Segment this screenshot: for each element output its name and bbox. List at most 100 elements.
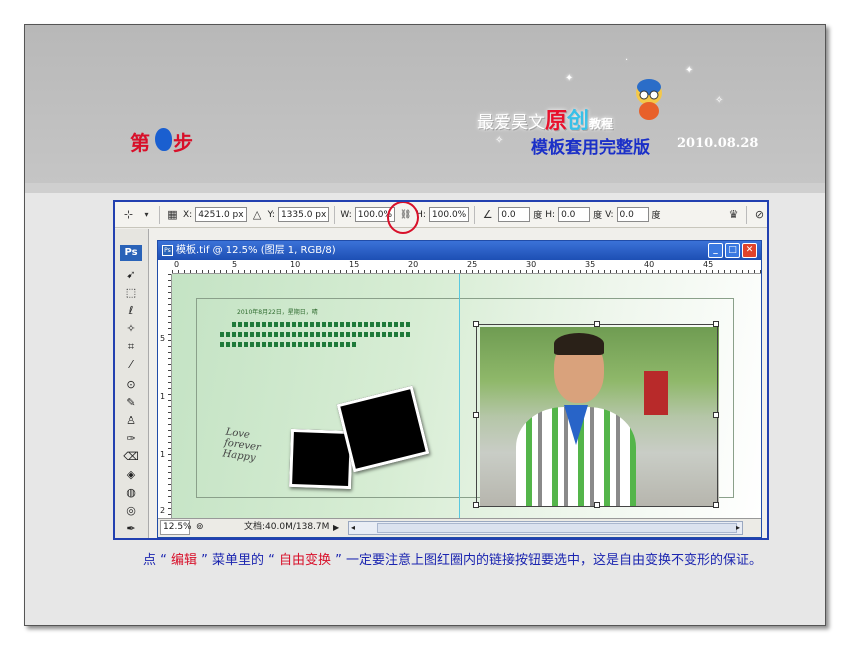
ruler-label: 30 xyxy=(526,260,537,269)
ruler-label: 1 xyxy=(160,392,166,401)
separator xyxy=(474,205,476,224)
move-tool-icon[interactable]: ⊹ xyxy=(121,207,136,222)
ruler-label: 25 xyxy=(467,260,478,269)
template-date-line: 2010年8月22日，星期日，晴 xyxy=(237,309,318,316)
vskew-unit: 度 xyxy=(651,211,661,221)
hskew-unit: 度 xyxy=(593,211,603,221)
reference-point-icon[interactable]: ▦ xyxy=(165,207,180,222)
transform-handle[interactable] xyxy=(473,412,479,418)
maximize-button[interactable]: □ xyxy=(725,243,740,258)
ruler-label: 20 xyxy=(408,260,419,269)
hskew-label: H: xyxy=(545,209,556,220)
tutorial-frame: ✦ ✦ ✧ ✧ · 第步 最爱昊文原创教程 模板套用完整版 2010.08.28… xyxy=(24,24,826,626)
transform-handle[interactable] xyxy=(713,502,719,508)
ruler-label: 10 xyxy=(290,260,301,269)
ruler-label: 0 xyxy=(174,260,180,269)
status-menu-arrow-icon[interactable]: ▶ xyxy=(333,519,339,536)
tutorial-date: 2010.08.28 xyxy=(677,136,759,151)
vskew-field[interactable]: 0.0 xyxy=(616,207,649,222)
y-label: Y: xyxy=(267,209,275,220)
ps-document-icon: Ps xyxy=(162,245,173,256)
ruler-label: 2 xyxy=(160,506,166,515)
ruler-label: 45 xyxy=(703,260,714,269)
document-titlebar[interactable]: Ps 模板.tif @ 12.5% (图层 1, RGB/8) _ □ ✕ xyxy=(158,241,761,260)
delta-icon[interactable]: △ xyxy=(250,207,265,222)
document-title: 模板.tif @ 12.5% (图层 1, RGB/8) xyxy=(176,245,336,256)
crop-tool-icon[interactable]: ⌗ xyxy=(123,339,139,354)
transform-options-bar: ⊹ ▾ ▦ X: 4251.0 px △ Y: 1335.0 px W: 100… xyxy=(115,202,767,234)
lasso-tool-icon[interactable]: ℓ xyxy=(123,303,139,318)
ps-logo: Ps xyxy=(120,245,142,261)
dotted-line xyxy=(220,342,358,347)
sparkle-icon: · xyxy=(625,55,629,66)
transform-handle[interactable] xyxy=(594,321,600,327)
history-brush-icon[interactable]: ✑ xyxy=(123,431,139,446)
sparkle-icon: ✧ xyxy=(715,95,724,106)
magic-wand-icon[interactable]: ✧ xyxy=(123,321,139,336)
banner-divider xyxy=(25,183,825,193)
document-size-info[interactable]: 文档:40.0M/138.7M xyxy=(244,519,329,536)
transform-handle[interactable] xyxy=(594,502,600,508)
sparkle-icon: ✦ xyxy=(685,65,694,76)
minimize-button[interactable]: _ xyxy=(708,243,723,258)
ruler-label: 35 xyxy=(585,260,596,269)
status-bar: 12.5% ⊚ 文档:40.0M/138.7M ▶ ◂ ▸ xyxy=(158,518,761,537)
angle-field[interactable]: 0.0 xyxy=(498,207,531,222)
document-canvas[interactable]: 2010年8月22日，星期日，晴 Love forever Happy xyxy=(172,274,761,518)
link-highlight-circle xyxy=(387,202,419,234)
ruler-label: 5 xyxy=(232,260,238,269)
move-tool-icon[interactable]: ➹ xyxy=(123,267,139,282)
slice-tool-icon[interactable]: ⁄ xyxy=(123,357,139,372)
ruler-vertical: 5 1 1 2 xyxy=(158,274,172,518)
brush-tool-icon[interactable]: ✎ xyxy=(123,395,139,410)
y-field[interactable]: 1335.0 px xyxy=(277,207,330,222)
stamp-tool-icon[interactable]: ♙ xyxy=(123,413,139,428)
step-number-badge xyxy=(155,128,172,151)
angle-icon: ∠ xyxy=(482,208,493,221)
transform-handle[interactable] xyxy=(713,412,719,418)
dotted-line xyxy=(232,322,412,327)
marquee-tool-icon[interactable]: ⬚ xyxy=(123,285,139,300)
love-forever-sticker: Love forever Happy xyxy=(221,426,262,464)
cancel-transform-icon[interactable]: ⊘ xyxy=(752,207,767,222)
dotted-line xyxy=(220,332,412,337)
eraser-tool-icon[interactable]: ⌫ xyxy=(123,449,139,464)
separator xyxy=(746,205,747,224)
w-label: W: xyxy=(340,209,352,220)
sparkle-icon: ✧ xyxy=(495,135,504,146)
separator xyxy=(334,205,336,224)
brand-title: 最爱昊文原创教程 xyxy=(477,109,614,134)
ruler-horizontal: 0 5 10 15 20 25 30 35 40 45 xyxy=(172,260,761,274)
hskew-field[interactable]: 0.0 xyxy=(558,207,591,222)
scrollbar-thumb[interactable] xyxy=(377,523,737,533)
angle-unit: 度 xyxy=(533,211,543,221)
pen-tool-icon[interactable]: ✒ xyxy=(123,521,139,536)
photoshop-screenshot: ⊹ ▾ ▦ X: 4251.0 px △ Y: 1335.0 px W: 100… xyxy=(113,200,769,540)
zoom-field[interactable]: 12.5% xyxy=(160,520,192,535)
close-button[interactable]: ✕ xyxy=(742,243,757,258)
tutorial-banner: ✦ ✦ ✧ ✧ · 第步 最爱昊文原创教程 模板套用完整版 2010.08.28 xyxy=(25,25,825,183)
dropdown-arrow-icon: ▾ xyxy=(144,210,149,219)
warp-icon[interactable]: ♛ xyxy=(726,207,741,222)
scroll-right-icon[interactable]: ▸ xyxy=(736,519,740,536)
sparkle-icon: ✦ xyxy=(565,73,574,84)
document-window: Ps 模板.tif @ 12.5% (图层 1, RGB/8) _ □ ✕ 0 … xyxy=(157,240,762,538)
toolbox: Ps ➹ ⬚ ℓ ✧ ⌗ ⁄ ⊙ ✎ ♙ ✑ ⌫ ◈ ◍ ◎ ✒ xyxy=(115,229,149,538)
zoom-icon[interactable]: ⊚ xyxy=(196,519,204,536)
scroll-left-icon[interactable]: ◂ xyxy=(351,519,355,536)
transform-handle[interactable] xyxy=(473,321,479,327)
height-field[interactable]: 100.0% xyxy=(428,207,470,222)
transform-handle[interactable] xyxy=(473,502,479,508)
blur-tool-icon[interactable]: ◍ xyxy=(123,485,139,500)
transform-handle[interactable] xyxy=(713,321,719,327)
horizontal-scrollbar[interactable]: ◂ ▸ xyxy=(348,521,743,535)
step-caption: 点 “ 编辑 ” 菜单里的 “ 自由变换 ” 一定要注意上图红圈内的链接按钮要选… xyxy=(143,553,763,568)
template-title: 模板套用完整版 xyxy=(531,138,650,158)
mascot-icon xyxy=(636,79,662,120)
separator xyxy=(159,205,160,224)
healing-tool-icon[interactable]: ⊙ xyxy=(123,377,139,392)
x-field[interactable]: 4251.0 px xyxy=(195,207,247,222)
transform-bounding-box[interactable] xyxy=(473,321,719,508)
paint-bucket-icon[interactable]: ◈ xyxy=(123,467,139,482)
dodge-tool-icon[interactable]: ◎ xyxy=(123,503,139,518)
